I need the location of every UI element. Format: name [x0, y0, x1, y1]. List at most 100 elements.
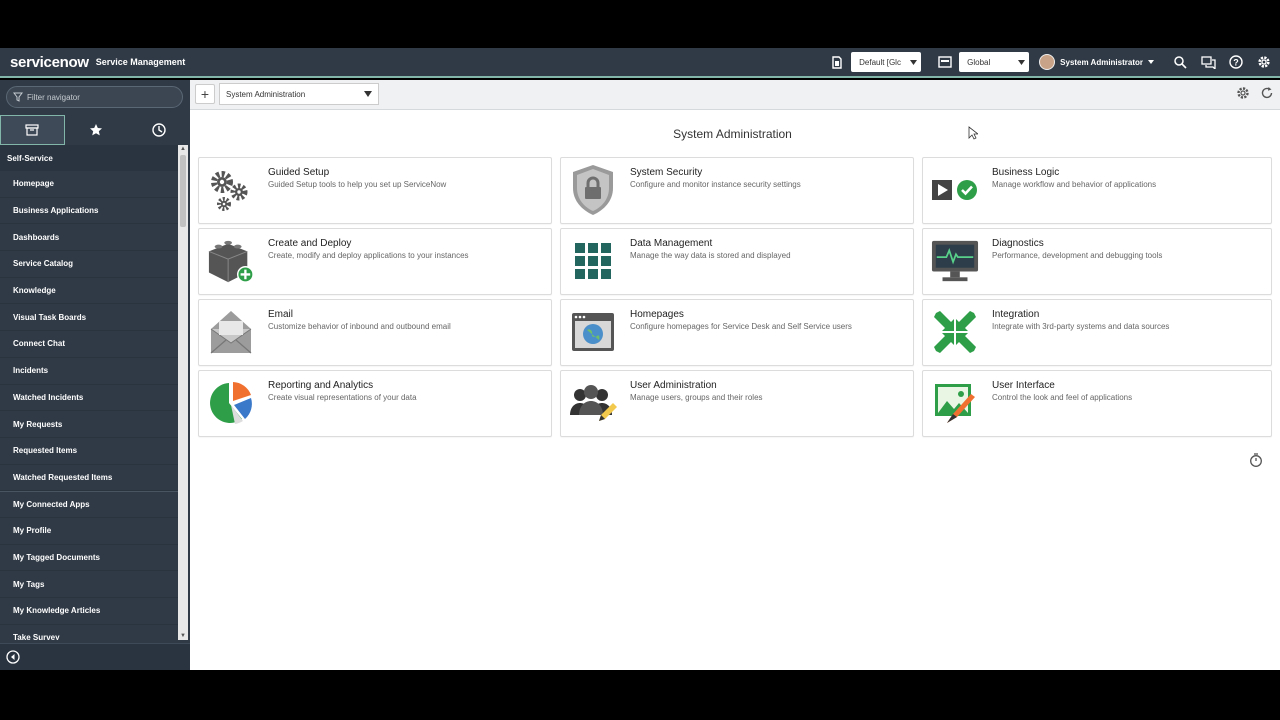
filter-icon [13, 92, 23, 102]
product-name: Service Management [95, 57, 186, 67]
admin-cards-grid: Guided Setup Guided Setup tools to help … [198, 157, 1272, 437]
content-frame: + System Administration System Administr… [190, 80, 1280, 670]
card-user-interface[interactable]: User Interface Control the look and feel… [922, 370, 1272, 437]
servicenow-logo[interactable]: servicenow [10, 54, 89, 71]
card-email[interactable]: Email Customize behavior of inbound and … [198, 299, 552, 366]
application-navigator: Filter navigator Self-Service Homepage B… [0, 80, 190, 670]
mouse-cursor-icon [968, 126, 980, 145]
card-data-management[interactable]: Data Management Manage the way data is s… [560, 228, 914, 295]
chevron-down-icon [1018, 59, 1026, 65]
search-icon[interactable] [1172, 54, 1188, 70]
help-icon[interactable]: ? [1228, 54, 1244, 70]
card-description: Guided Setup tools to help you set up Se… [268, 180, 447, 189]
card-description: Configure and monitor instance security … [630, 180, 801, 189]
card-title: Diagnostics [992, 238, 1044, 249]
nav-item-requested-items[interactable]: Requested Items [0, 438, 178, 465]
settings-gear-icon[interactable] [1236, 86, 1250, 100]
chevron-down-icon [910, 59, 918, 65]
nav-item-my-knowledge-articles[interactable]: My Knowledge Articles [0, 598, 178, 625]
card-title: Reporting and Analytics [268, 380, 374, 391]
dashboard-select[interactable]: System Administration [219, 83, 379, 105]
data-grid-icon [569, 237, 617, 285]
nav-item-incidents[interactable]: Incidents [0, 358, 178, 385]
scroll-down-icon[interactable]: ▼ [180, 633, 186, 639]
update-set-select[interactable]: Default [Glc [851, 52, 922, 72]
scroll-thumb[interactable] [180, 155, 186, 227]
card-integration[interactable]: Integration Integrate with 3rd-party sys… [922, 299, 1272, 366]
chevron-down-icon [1148, 60, 1154, 64]
navigator-list: Self-Service Homepage Business Applicati… [0, 145, 178, 640]
nav-item-service-catalog[interactable]: Service Catalog [0, 251, 178, 278]
update-set-icon[interactable] [829, 54, 845, 70]
card-description: Manage the way data is stored and displa… [630, 251, 791, 260]
card-homepages[interactable]: Homepages Configure homepages for Servic… [560, 299, 914, 366]
card-title: Data Management [630, 238, 713, 249]
navigator-tabs [0, 115, 190, 145]
card-title: Business Logic [992, 167, 1060, 178]
navigator-footer [0, 643, 190, 670]
card-title: User Administration [630, 380, 717, 391]
picture-brush-icon [931, 379, 979, 427]
card-description: Manage workflow and behavior of applicat… [992, 180, 1157, 189]
card-description: Control the look and feel of application… [992, 393, 1133, 402]
svg-text:?: ? [1233, 58, 1239, 68]
top-header: servicenow Service Management Default [G… [0, 48, 1280, 78]
nav-item-knowledge[interactable]: Knowledge [0, 278, 178, 305]
filter-placeholder: Filter navigator [27, 92, 80, 102]
refresh-icon[interactable] [1260, 86, 1274, 100]
nav-item-my-requests[interactable]: My Requests [0, 411, 178, 438]
card-description: Integrate with 3rd-party systems and dat… [992, 322, 1170, 331]
connect-chat-icon[interactable] [1200, 54, 1216, 70]
gears-icon [207, 166, 255, 214]
scroll-up-icon[interactable]: ▲ [180, 146, 186, 152]
nav-item-watched-incidents[interactable]: Watched Incidents [0, 385, 178, 412]
navigator-scrollbar[interactable]: ▲ ▼ [178, 145, 188, 640]
card-description: Performance, development and debugging t… [992, 251, 1163, 260]
scope-select[interactable]: Global [959, 52, 1030, 72]
nav-item-business-applications[interactable]: Business Applications [0, 198, 178, 225]
card-title: System Security [630, 167, 703, 178]
pie-chart-icon [207, 379, 255, 427]
card-description: Configure homepages for Service Desk and… [630, 322, 852, 331]
gear-icon[interactable] [1256, 54, 1272, 70]
users-edit-icon [569, 379, 617, 427]
card-guided-setup[interactable]: Guided Setup Guided Setup tools to help … [198, 157, 552, 224]
nav-item-connect-chat[interactable]: Connect Chat [0, 331, 178, 358]
card-diagnostics[interactable]: Diagnostics Performance, development and… [922, 228, 1272, 295]
card-title: Integration [992, 309, 1040, 320]
card-user-administration[interactable]: User Administration Manage users, groups… [560, 370, 914, 437]
card-reporting-and-analytics[interactable]: Reporting and Analytics Create visual re… [198, 370, 552, 437]
tab-history[interactable] [127, 115, 190, 145]
tab-all-applications[interactable] [0, 115, 65, 145]
user-menu[interactable]: System Administrator [1039, 54, 1154, 70]
card-title: Email [268, 309, 294, 320]
application-scope-icon[interactable] [937, 54, 953, 70]
collapse-navigator-icon[interactable] [6, 650, 20, 664]
letterbox-top [0, 0, 1280, 48]
timer-icon[interactable] [1249, 453, 1263, 472]
user-name: System Administrator [1060, 57, 1143, 67]
tab-favorites[interactable] [65, 115, 128, 145]
dashboard-select-value: System Administration [226, 89, 306, 99]
card-create-and-deploy[interactable]: Create and Deploy Create, modify and dep… [198, 228, 552, 295]
nav-item-watched-requested-items[interactable]: Watched Requested Items [0, 465, 178, 492]
letterbox-bottom [0, 670, 1280, 720]
nav-item-dashboards[interactable]: Dashboards [0, 224, 178, 252]
nav-item-my-profile[interactable]: My Profile [0, 518, 178, 545]
filter-navigator-input[interactable]: Filter navigator [6, 86, 183, 108]
scope-value: Global [967, 57, 991, 67]
nav-section-self-service[interactable]: Self-Service [0, 145, 178, 171]
nav-item-my-connected-apps[interactable]: My Connected Apps [0, 491, 178, 518]
nav-item-my-tagged-documents[interactable]: My Tagged Documents [0, 545, 178, 572]
shield-lock-icon [569, 165, 617, 215]
chevron-down-icon [364, 91, 372, 97]
nav-item-take-survey[interactable]: Take Survey [0, 625, 178, 640]
star-icon [90, 124, 102, 136]
card-business-logic[interactable]: Business Logic Manage workflow and behav… [922, 157, 1272, 224]
card-system-security[interactable]: System Security Configure and monitor in… [560, 157, 914, 224]
avatar [1039, 54, 1056, 70]
nav-item-visual-task-boards[interactable]: Visual Task Boards [0, 304, 178, 332]
add-dashboard-button[interactable]: + [195, 84, 215, 104]
nav-item-my-tags[interactable]: My Tags [0, 571, 178, 598]
nav-item-homepage[interactable]: Homepage [0, 171, 178, 198]
